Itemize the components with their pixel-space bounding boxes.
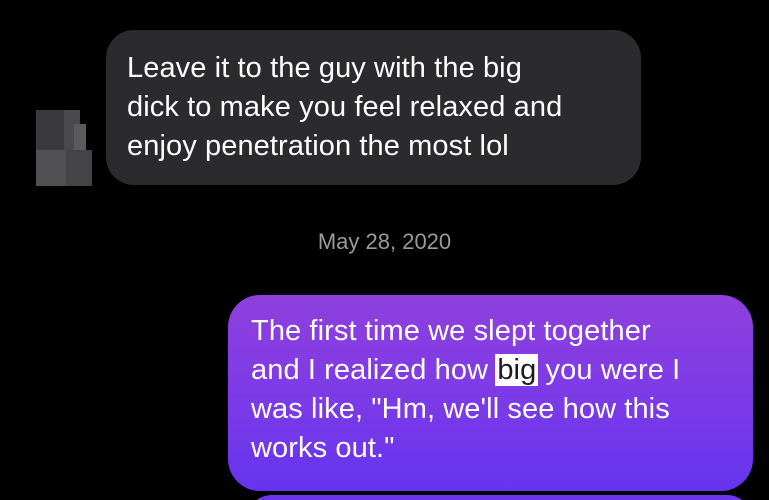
- chat-thread: Leave it to the guy with the big dick to…: [0, 0, 769, 500]
- outgoing-message-bubble[interactable]: The first time we slept together and I r…: [228, 295, 753, 491]
- message-text: you were I: [537, 354, 681, 386]
- message-line: dick to make you feel relaxed and: [127, 91, 563, 123]
- message-line: and I realized how big you were I: [251, 351, 739, 390]
- avatar-pixel: [36, 150, 66, 186]
- message-line: was like, "Hm, we'll see how this: [251, 393, 670, 425]
- next-outgoing-bubble-edge[interactable]: [246, 495, 753, 500]
- sender-avatar-icon[interactable]: [36, 110, 96, 186]
- avatar-pixel: [66, 150, 92, 186]
- avatar-pixel: [36, 110, 64, 150]
- highlighted-word: big: [495, 354, 539, 386]
- message-line: works out.": [251, 432, 395, 464]
- incoming-message-bubble[interactable]: Leave it to the guy with the big dick to…: [106, 30, 641, 185]
- message-line: The first time we slept together: [251, 315, 651, 347]
- message-line: enjoy penetration the most lol: [127, 130, 509, 162]
- date-divider: May 28, 2020: [317, 229, 452, 254]
- message-text: and I realized how: [251, 354, 497, 386]
- message-line: Leave it to the guy with the big: [127, 52, 522, 84]
- avatar-pixel: [74, 124, 86, 150]
